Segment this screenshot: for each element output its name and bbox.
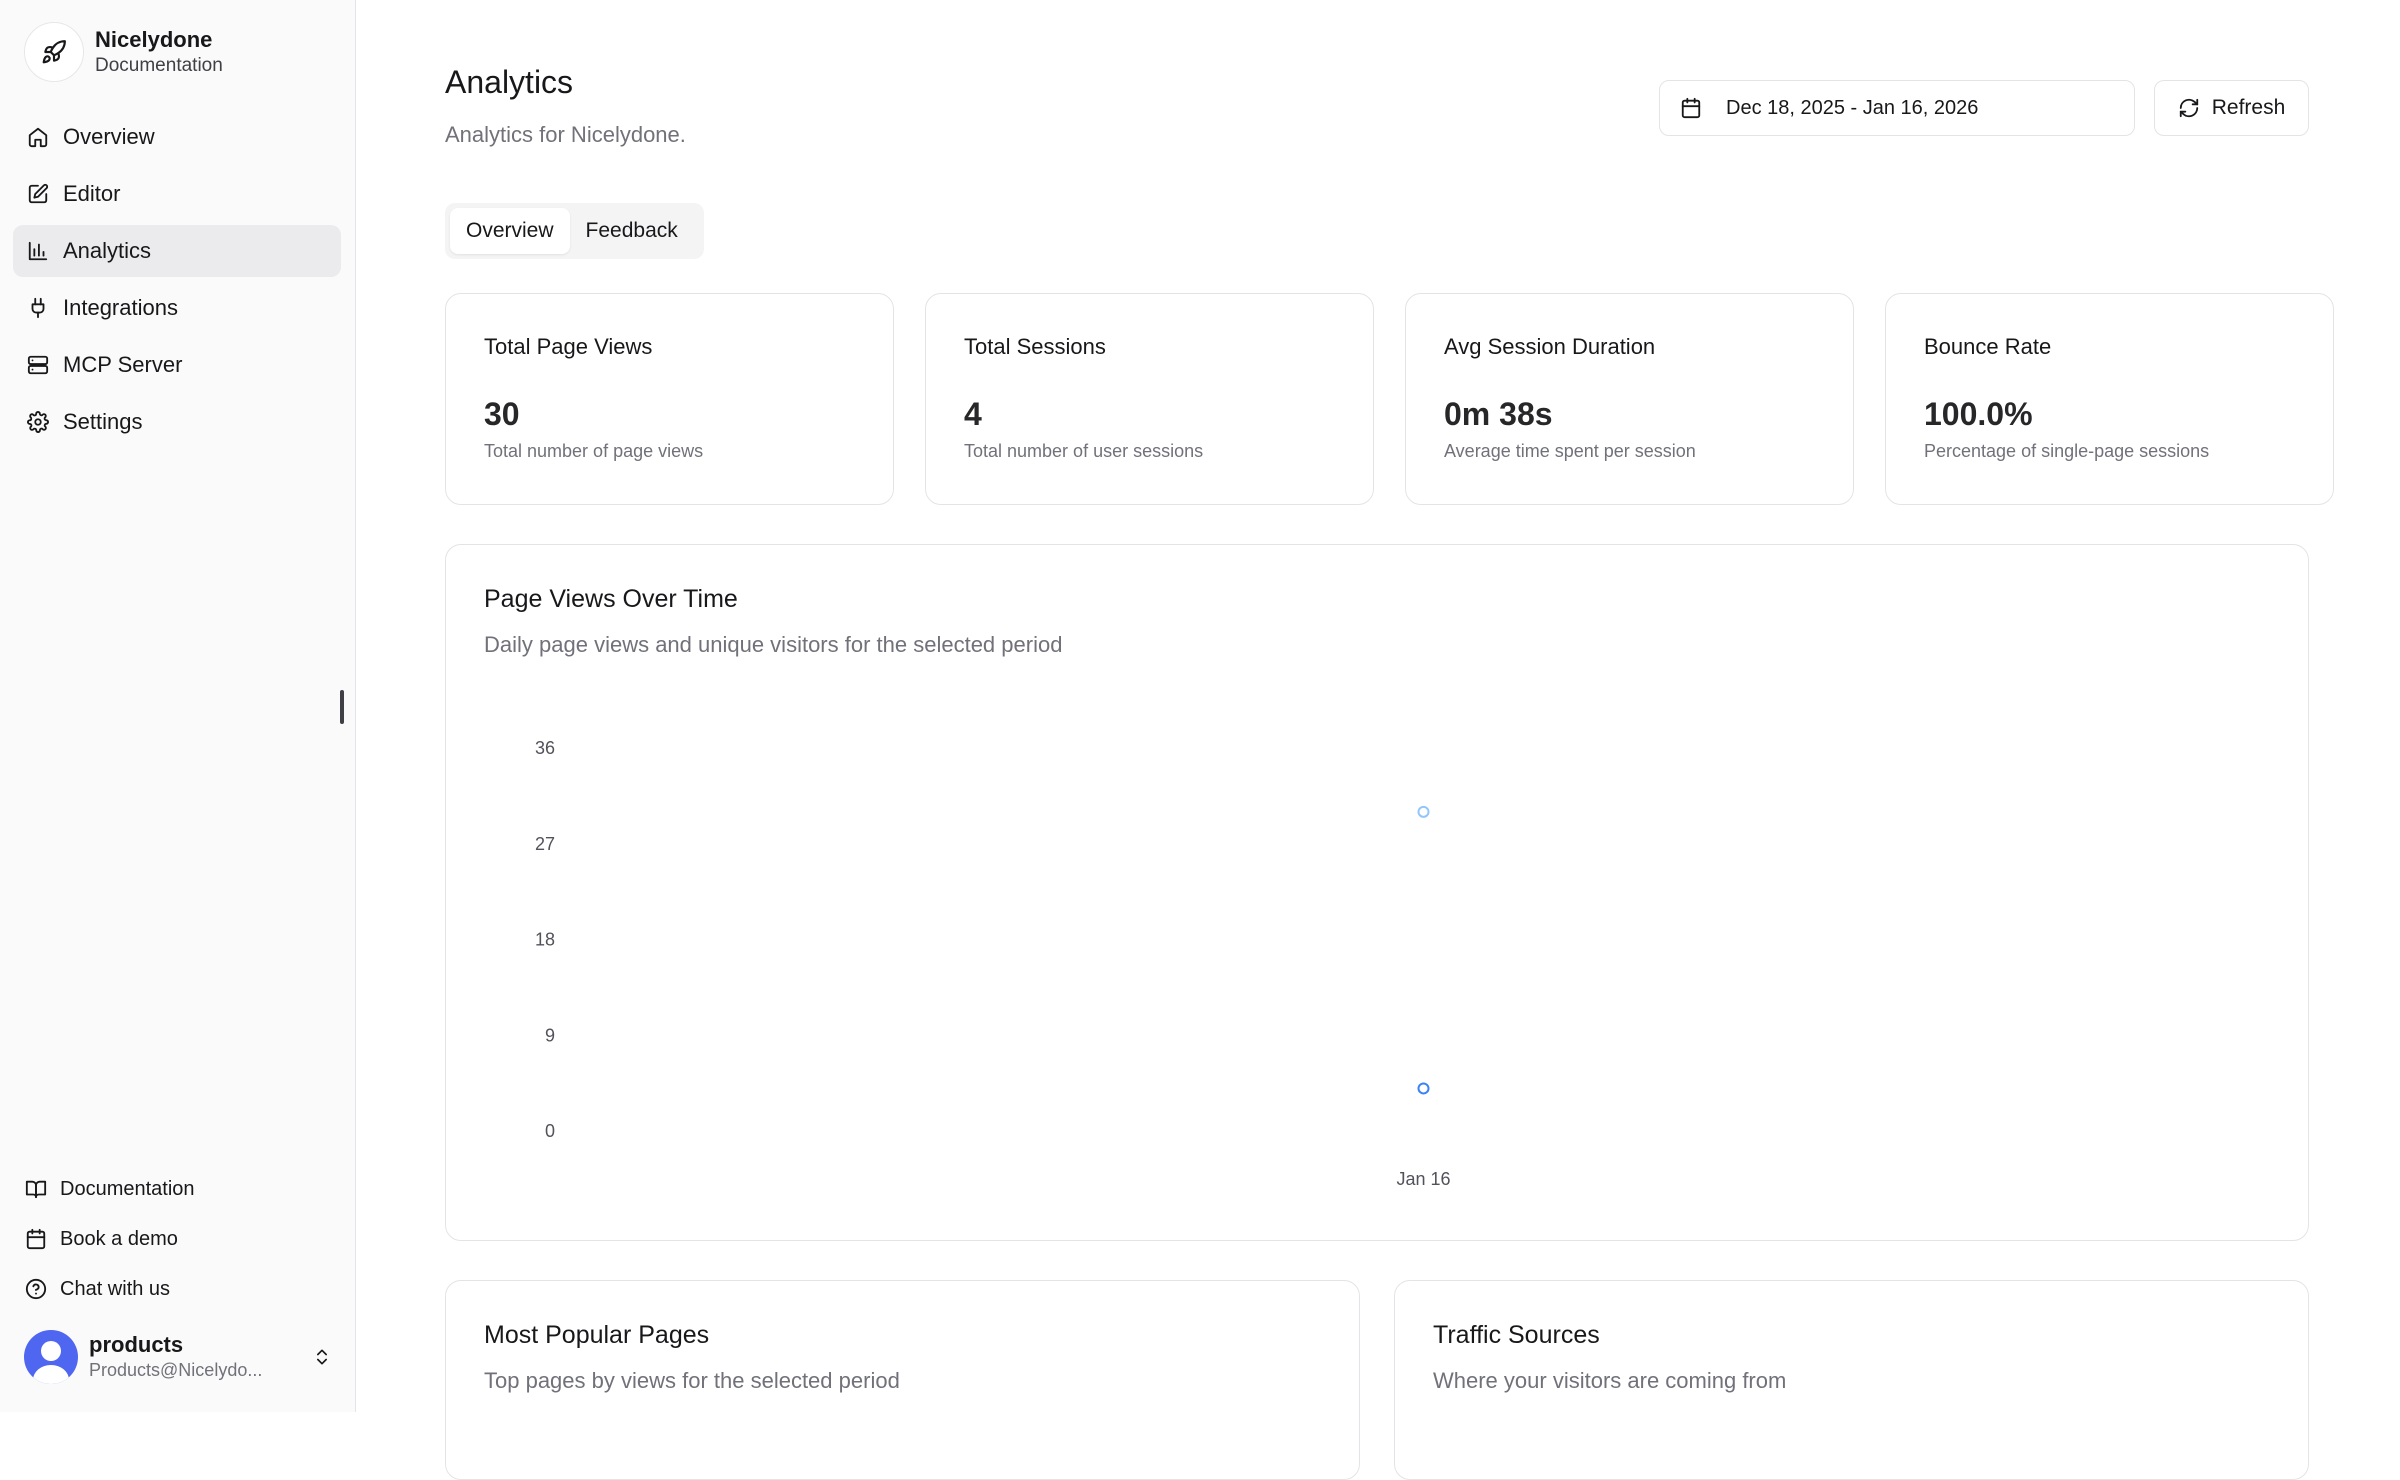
stat-card-page-views: Total Page Views 30 Total number of page… (445, 293, 894, 505)
user-menu[interactable]: products Products@Nicelydo... (24, 1330, 334, 1384)
stat-description: Total number of user sessions (964, 441, 1204, 461)
view-tabs: Overview Feedback (445, 203, 704, 259)
sidebar-item-analytics[interactable]: Analytics (13, 225, 341, 277)
popular-pages-subtitle: Top pages by views for the selected peri… (484, 1368, 900, 1393)
stat-value: 0m 38s (1444, 396, 1553, 432)
page-views-chart-card: Page Views Over Time Daily page views an… (445, 544, 2309, 1241)
server-icon (26, 353, 50, 377)
y-tick-label: 36 (535, 738, 555, 758)
stat-value: 4 (964, 396, 982, 432)
stat-description: Total number of page views (484, 441, 704, 461)
documentation-label: Documentation (60, 1177, 195, 1200)
page-subtitle: Analytics for Nicelydone. (445, 122, 686, 147)
sidebar-item-editor[interactable]: Editor (13, 168, 341, 220)
help-circle-icon (24, 1277, 48, 1301)
book-demo-link[interactable]: Book a demo (24, 1214, 195, 1264)
stat-title: Total Page Views (484, 334, 653, 359)
traffic-sources-card: Traffic Sources Where your visitors are … (1394, 1280, 2309, 1480)
tab-feedback[interactable]: Feedback (570, 208, 694, 254)
calendar-icon (24, 1227, 48, 1251)
stat-description: Average time spent per session (1444, 441, 1696, 461)
user-email: Products@Nicelydo... (89, 1360, 263, 1380)
popular-pages-card: Most Popular Pages Top pages by views fo… (445, 1280, 1360, 1480)
data-point-series-1[interactable] (1417, 1082, 1430, 1095)
chevrons-up-down-icon[interactable] (310, 1347, 334, 1367)
main-content: Analytics Analytics for Nicelydone. Dec … (356, 0, 2400, 1480)
sidebar-item-label: Settings (63, 409, 143, 434)
plug-icon (26, 296, 50, 320)
stat-title: Bounce Rate (1924, 334, 2052, 359)
documentation-link[interactable]: Documentation (24, 1164, 195, 1214)
traffic-sources-subtitle: Where your visitors are coming from (1433, 1368, 1787, 1393)
stat-title: Total Sessions (964, 334, 1106, 359)
sidebar-item-label: Editor (63, 181, 121, 206)
sidebar-resize-handle[interactable] (340, 690, 344, 724)
chat-label: Chat with us (60, 1277, 171, 1300)
book-demo-label: Book a demo (60, 1227, 178, 1250)
gear-icon (26, 410, 50, 434)
traffic-sources-title: Traffic Sources (1433, 1321, 1600, 1349)
refresh-button[interactable]: Refresh (2154, 80, 2309, 136)
edit-icon (26, 182, 50, 206)
calendar-icon (1680, 97, 1702, 119)
home-icon (26, 125, 50, 149)
sidebar-item-label: Analytics (63, 238, 152, 263)
y-tick-label: 0 (545, 1121, 555, 1141)
tab-overview[interactable]: Overview (450, 208, 570, 254)
page-views-chart: 0 9 18 27 36 Jan 16 (535, 738, 1451, 1189)
stat-card-avg-duration: Avg Session Duration 0m 38s Average time… (1405, 293, 1854, 505)
refresh-icon (2178, 97, 2200, 119)
sidebar-item-label: Integrations (63, 295, 178, 320)
y-tick-label: 27 (535, 834, 555, 854)
chat-link[interactable]: Chat with us (24, 1264, 195, 1314)
sidebar-item-label: Overview (63, 124, 155, 149)
sidebar-nav: Overview Editor Analytics Integrations M… (13, 111, 341, 453)
date-range-picker[interactable]: Dec 18, 2025 - Jan 16, 2026 (1659, 80, 2135, 136)
sidebar-item-overview[interactable]: Overview (13, 111, 341, 163)
sidebar-item-mcp-server[interactable]: MCP Server (13, 339, 341, 391)
bar-chart-icon (26, 239, 50, 263)
refresh-label: Refresh (2211, 96, 2286, 119)
stat-card-sessions: Total Sessions 4 Total number of user se… (925, 293, 1374, 505)
y-tick-label: 9 (545, 1025, 555, 1045)
brand[interactable]: Nicelydone Documentation (24, 22, 223, 82)
rocket-icon (24, 22, 84, 82)
page-title: Analytics (445, 64, 574, 100)
stat-description: Percentage of single-page sessions (1924, 441, 2210, 461)
stat-value: 30 (484, 396, 520, 432)
x-tick-label: Jan 16 (1396, 1169, 1450, 1189)
sidebar-footer-links: Documentation Book a demo Chat with us (24, 1164, 195, 1314)
popular-pages-title: Most Popular Pages (484, 1321, 710, 1349)
stat-card-bounce-rate: Bounce Rate 100.0% Percentage of single-… (1885, 293, 2334, 505)
brand-name: Nicelydone (95, 27, 213, 52)
sidebar-item-integrations[interactable]: Integrations (13, 282, 341, 334)
data-point-series-0[interactable] (1417, 805, 1430, 818)
avatar (24, 1330, 78, 1384)
book-icon (24, 1177, 48, 1201)
brand-subtitle: Documentation (95, 55, 223, 76)
stat-value: 100.0% (1924, 396, 2033, 432)
date-range-label: Dec 18, 2025 - Jan 16, 2026 (1726, 96, 1979, 119)
y-tick-label: 18 (535, 930, 555, 950)
stat-title: Avg Session Duration (1444, 334, 1656, 359)
user-name: products (89, 1332, 184, 1357)
sidebar-item-settings[interactable]: Settings (13, 396, 341, 448)
sidebar-item-label: MCP Server (63, 352, 183, 377)
sidebar: Nicelydone Documentation Overview Editor… (0, 0, 356, 1412)
